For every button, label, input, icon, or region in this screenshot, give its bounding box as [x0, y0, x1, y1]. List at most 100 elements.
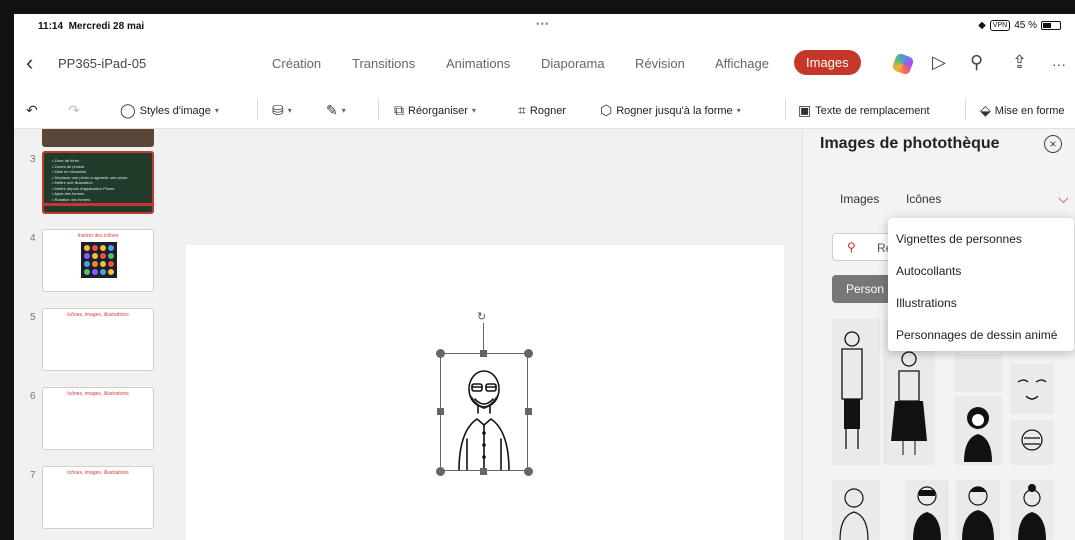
rotate-handle-line — [483, 323, 484, 353]
panel-tab-icons[interactable]: Icônes — [906, 192, 941, 206]
undo-button[interactable]: ↶ — [26, 102, 38, 119]
alt-text-button[interactable]: ▣ Texte de remplacement — [798, 102, 930, 119]
battery-icon — [1041, 21, 1061, 30]
image-tile[interactable] — [954, 354, 1002, 392]
image-tile[interactable] — [832, 480, 880, 540]
resize-handle[interactable] — [437, 408, 444, 415]
slide-thumbnail-3[interactable]: • Zone de titres • Zones de photos • Mis… — [42, 151, 154, 214]
ribbon-divider — [965, 98, 966, 120]
tab-animations[interactable]: Animations — [446, 56, 510, 71]
image-tile[interactable] — [956, 480, 1000, 540]
back-chevron-icon[interactable]: ‹ — [26, 50, 33, 76]
dropdown-item-people-cutouts[interactable]: Vignettes de personnes — [896, 232, 1022, 246]
format-button[interactable]: ⬙ Mise en forme — [980, 102, 1075, 119]
slide-number: 4 — [30, 233, 36, 244]
slide-thumbnail-6[interactable]: Icônes, images, illustrations — [42, 387, 154, 450]
alt-text-label: Texte de remplacement — [815, 104, 930, 117]
resize-handle[interactable] — [480, 350, 487, 357]
fill-button[interactable]: ⛁ ▾ — [272, 102, 292, 119]
image-tile[interactable] — [832, 319, 880, 465]
arrange-button[interactable]: ⧉ Réorganiser ▾ — [394, 102, 476, 119]
tab-creation[interactable]: Création — [272, 56, 321, 71]
slide-number: 7 — [30, 470, 36, 481]
resize-handle[interactable] — [525, 408, 532, 415]
icon-grid-image — [81, 242, 117, 278]
resize-handle[interactable] — [524, 349, 533, 358]
redo-icon: ↷ — [68, 102, 80, 118]
dropdown-item-cartoon-people[interactable]: Personnages de dessin animé — [896, 328, 1057, 342]
slide-thumbnail-5[interactable]: Icônes, images, illustrations — [42, 308, 154, 371]
slide-title: Insérer des icônes — [77, 233, 119, 239]
panel-tab-images[interactable]: Images — [840, 192, 879, 206]
play-icon[interactable]: ▷ — [932, 52, 946, 73]
crop-to-shape-button[interactable]: ⬡ Rogner jusqu'à la forme ▾ — [600, 102, 741, 119]
multitask-dots[interactable]: ••• — [536, 19, 550, 30]
slide-footer-stripe — [44, 203, 152, 206]
slide-thumbnail-7[interactable]: Icônes, images, illustrations — [42, 466, 154, 529]
tab-affichage[interactable]: Affichage — [715, 56, 769, 71]
chevron-down-icon: ▾ — [471, 106, 476, 115]
copilot-icon[interactable] — [891, 52, 915, 76]
image-tile[interactable] — [905, 480, 949, 540]
outline-button[interactable]: ✎ ▾ — [326, 102, 346, 119]
vpn-badge: VPN — [989, 20, 1011, 31]
arrange-icon: ⧉ — [394, 102, 404, 118]
slide-number: 5 — [30, 312, 36, 323]
format-icon: ⬙ — [980, 102, 991, 118]
status-indicators: ◆ VPN 45 % — [978, 20, 1061, 31]
image-tile[interactable] — [1010, 480, 1054, 540]
tab-revision[interactable]: Révision — [635, 56, 685, 71]
resize-handle[interactable] — [524, 467, 533, 476]
arrange-label: Réorganiser — [408, 104, 468, 117]
share-icon[interactable]: ⇪ — [1012, 52, 1027, 73]
crop-icon: ⌗ — [518, 102, 526, 118]
chevron-down-icon: ▾ — [736, 106, 741, 115]
status-time: 11:14 Mercredi 28 mai — [38, 21, 145, 32]
close-icon[interactable]: × — [1044, 135, 1062, 153]
chevron-down-icon: ▾ — [287, 106, 292, 115]
ribbon-divider — [378, 98, 379, 120]
selection-box — [440, 353, 528, 471]
ribbon-divider — [785, 98, 786, 120]
image-styles-icon: ◯ — [120, 102, 136, 118]
image-tile[interactable] — [954, 396, 1002, 465]
resize-handle[interactable] — [480, 468, 487, 475]
slide-number: 6 — [30, 391, 36, 402]
wifi-icon: ◆ — [978, 20, 986, 31]
panel-title: Images de photothèque — [820, 135, 1000, 152]
image-styles-button[interactable]: ◯ Styles d'image ▾ — [120, 102, 219, 119]
slide-thumbnail-4[interactable]: Insérer des icônes — [42, 229, 154, 292]
dropdown-item-illustrations[interactable]: Illustrations — [896, 296, 957, 310]
tab-diaporama[interactable]: Diaporama — [541, 56, 605, 71]
ribbon-divider — [257, 98, 258, 120]
status-bar: 11:14 Mercredi 28 mai ••• ◆ VPN 45 % — [14, 14, 1075, 38]
redo-button[interactable]: ↷ — [68, 102, 80, 119]
slide-number: 3 — [30, 154, 36, 165]
tab-images[interactable]: Images — [794, 50, 861, 75]
resize-handle[interactable] — [436, 467, 445, 476]
crop-button[interactable]: ⌗ Rogner — [518, 102, 566, 119]
crop-shape-icon: ⬡ — [600, 102, 613, 118]
search-icon[interactable]: ⚲ — [970, 52, 983, 73]
search-icon: ⚲ — [847, 240, 856, 254]
image-tile[interactable] — [1010, 364, 1054, 414]
chevron-down-icon: ▾ — [214, 106, 219, 115]
alt-text-icon: ▣ — [798, 102, 812, 118]
more-icon[interactable]: ··· — [1052, 56, 1066, 72]
slide-title: Icônes, images, illustrations — [67, 312, 129, 318]
slide-thumbnail-2[interactable] — [42, 129, 154, 147]
tab-transitions[interactable]: Transitions — [352, 56, 415, 71]
rotate-handle-icon[interactable]: ↻ — [477, 310, 486, 323]
battery-level: 45 % — [1014, 20, 1037, 31]
pen-icon: ✎ — [326, 102, 338, 118]
app-window: 11:14 Mercredi 28 mai ••• ◆ VPN 45 % ‹ P… — [14, 14, 1075, 540]
dropdown-item-stickers[interactable]: Autocollants — [896, 264, 961, 278]
slide-title: Icônes, images, illustrations — [67, 470, 129, 476]
crop-to-shape-label: Rogner jusqu'à la forme — [616, 104, 733, 117]
image-tile[interactable] — [1010, 420, 1054, 465]
slide-text: • Zone de titres • Zones de photos • Mis… — [52, 158, 128, 202]
chevron-down-icon[interactable]: ⌵ — [1058, 190, 1069, 207]
document-name[interactable]: PP365-iPad-05 — [58, 56, 146, 71]
chevron-down-icon: ▾ — [341, 106, 346, 115]
resize-handle[interactable] — [436, 349, 445, 358]
